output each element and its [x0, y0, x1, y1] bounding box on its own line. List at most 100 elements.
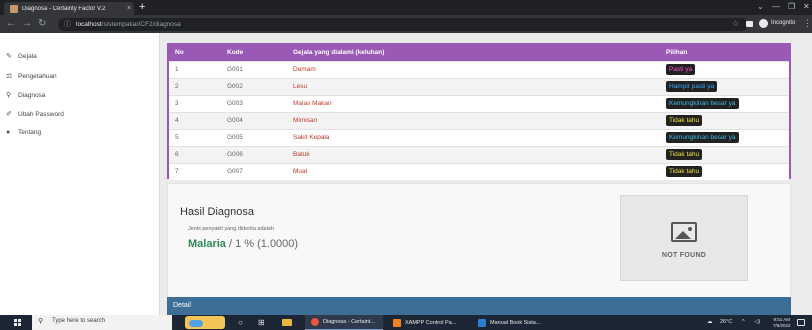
cell-pilihan: Kemungkinan besar ya [660, 129, 789, 146]
browser-tab[interactable]: Diagnosa - Certainty Factor V.2 × [4, 2, 134, 15]
cell-gejala: Demam [293, 66, 316, 73]
column-header-kode: Kode [227, 49, 244, 57]
result-value: Malaria / 1 % (1.0000) [188, 238, 298, 250]
windows-taskbar: ⚲ Type here to search ○ ⊞ Diagnosa - Cer… [0, 315, 812, 330]
sidebar-item-diagnosa[interactable]: ⚲ Diagnosa [6, 90, 45, 100]
taskbar-app-word[interactable]: Manual Book Sista... [474, 315, 554, 330]
edit-icon: ✐ [6, 111, 12, 118]
sidebar-item-pengetahuan[interactable]: ⚖ Pengetahuan [6, 71, 57, 81]
certainty-value: / 1 % (1.0000) [225, 238, 299, 250]
table-row: 7 G007 Mual Tidak tahu [169, 163, 789, 180]
cell-gejala: Batuk [293, 151, 310, 158]
forward-icon[interactable]: → [22, 17, 32, 31]
table-row: 1 G001 Demam Pasti ya [169, 61, 789, 78]
cell-no: 2 [175, 83, 179, 90]
sidebar-item-ubah-password[interactable]: ✐ Ubah Password [6, 109, 64, 119]
incognito-icon[interactable] [759, 19, 768, 28]
balance-scale-icon: ⚖ [6, 73, 13, 80]
table-row: 2 G002 Lesu Hampir pasti ya [169, 78, 789, 95]
new-tab-button[interactable]: + [139, 1, 145, 14]
cell-no: 6 [175, 151, 179, 158]
certainty-choice-badge[interactable]: Hampir pasti ya [666, 81, 718, 92]
restore-button[interactable]: ❐ [788, 1, 795, 13]
cell-kode: G001 [227, 66, 243, 73]
sidebar-item-tentang[interactable]: ● Tentang [6, 127, 41, 137]
weather-temperature[interactable]: 26°C [720, 315, 732, 330]
cell-pilihan: Hampir pasti ya [660, 78, 789, 95]
tray-chevron-icon[interactable]: ^ [742, 315, 745, 330]
sidebar-item-label: Diagnosa [18, 91, 46, 99]
file-explorer-icon[interactable] [282, 319, 292, 326]
certainty-choice-badge[interactable]: Tidak tahu [666, 149, 703, 160]
cell-pilihan: Kemungkinan besar ya [660, 95, 789, 112]
taskbar-app-label: Manual Book Sista... [490, 319, 541, 326]
chevron-down-icon[interactable]: ⌄ [757, 1, 764, 13]
windows-start-icon[interactable] [14, 319, 21, 326]
close-window-button[interactable]: ✕ [803, 1, 810, 13]
weather-icon[interactable]: ☁ [707, 315, 713, 330]
extensions-icon[interactable] [746, 21, 753, 27]
table-row: 6 G006 Batuk Tidak tahu [169, 146, 789, 163]
bookmark-star-icon[interactable]: ☆ [732, 19, 739, 28]
certainty-choice-badge[interactable]: Pasti ya [666, 64, 696, 75]
cell-pilihan: Tidak tahu [660, 146, 789, 163]
main-content: No Kode Gejala yang dialami (keluhan) Pi… [160, 33, 812, 315]
word-icon [478, 318, 486, 327]
taskbar-clock[interactable]: 9:51 AM 7/6/2022 [773, 317, 791, 328]
not-found-label: NOT FOUND [661, 252, 707, 259]
menu-more-icon[interactable]: ⋮ [803, 18, 812, 29]
clock-date: 7/6/2022 [773, 322, 791, 328]
reload-icon[interactable]: ↻ [38, 17, 46, 31]
cell-no: 4 [175, 117, 179, 124]
certainty-choice-badge[interactable]: Tidak tahu [666, 115, 703, 126]
volume-icon[interactable]: ◁) [754, 315, 760, 330]
taskbar-app-xampp[interactable]: XAMPP Control Pa... [389, 315, 469, 330]
column-header-gejala: Gejala yang dialami (keluhan) [293, 49, 385, 57]
address-bar: ← → ↻ ⓘ localhost/sistempakar/CF2/diagno… [0, 15, 812, 33]
chrome-icon [311, 318, 319, 326]
taskbar-app-chrome[interactable]: Diagnosa - Certaint... [305, 315, 383, 330]
task-view-icon[interactable]: ⊞ [258, 317, 265, 328]
sidebar-item-label: Gejala [18, 52, 37, 60]
disease-image-placeholder: NOT FOUND [620, 195, 748, 281]
result-title: Hasil Diagnosa [180, 206, 254, 218]
browser-tab-bar: Diagnosa - Certainty Factor V.2 × + ⌄ — … [0, 0, 812, 15]
table-row: 5 G005 Sakit Kepala Kemungkinan besar ya [169, 129, 789, 146]
cell-gejala: Malas Makan [293, 100, 332, 107]
favicon-icon [10, 4, 18, 13]
cell-kode: G003 [227, 100, 243, 107]
cell-no: 7 [175, 168, 179, 176]
cell-kode: G005 [227, 134, 243, 141]
back-icon[interactable]: ← [6, 17, 16, 31]
certainty-choice-badge[interactable]: Kemungkinan besar ya [666, 98, 739, 109]
certainty-choice-badge[interactable]: Kemungkinan besar ya [666, 132, 739, 143]
detail-panel-header[interactable]: Detail [167, 297, 791, 315]
column-header-no: No [175, 49, 184, 57]
table-header-row: No Kode Gejala yang dialami (keluhan) Pi… [169, 45, 789, 61]
notification-icon[interactable] [797, 319, 805, 326]
cell-gejala: Mimisan [293, 117, 318, 124]
column-header-pilihan: Pilihan [666, 49, 688, 57]
xampp-icon [393, 318, 401, 327]
cortana-icon[interactable]: ○ [238, 317, 243, 328]
sidebar: ✎ Gejala ⚖ Pengetahuan ⚲ Diagnosa ✐ Ubah… [0, 33, 160, 315]
wrench-icon: ✎ [6, 53, 12, 60]
taskbar-app-label: Diagnosa - Certaint... [323, 319, 375, 325]
cell-pilihan: Pasti ya [660, 61, 789, 78]
cell-gejala: Sakit Kepala [293, 134, 330, 141]
incognito-label: Incognito [771, 20, 796, 26]
sidebar-item-gejala[interactable]: ✎ Gejala [6, 51, 37, 61]
sidebar-item-label: Tentang [18, 128, 42, 136]
certainty-choice-badge[interactable]: Tidak tahu [666, 166, 703, 178]
minimize-button[interactable]: — [772, 1, 780, 13]
cell-no: 3 [175, 100, 179, 107]
search-highlight-illustration[interactable] [185, 316, 225, 329]
tab-close-icon[interactable]: × [124, 5, 134, 12]
taskbar-search-placeholder: Type here to search [52, 318, 106, 324]
sidebar-item-label: Pengetahuan [18, 72, 57, 80]
taskbar-search-box[interactable]: ⚲ Type here to search [32, 315, 172, 330]
search-icon: ⚲ [38, 318, 44, 325]
info-icon: ● [6, 128, 11, 136]
site-info-icon[interactable]: ⓘ [64, 18, 71, 31]
url-input[interactable]: ⓘ localhost/sistempakar/CF2/diagnosa [58, 18, 748, 31]
